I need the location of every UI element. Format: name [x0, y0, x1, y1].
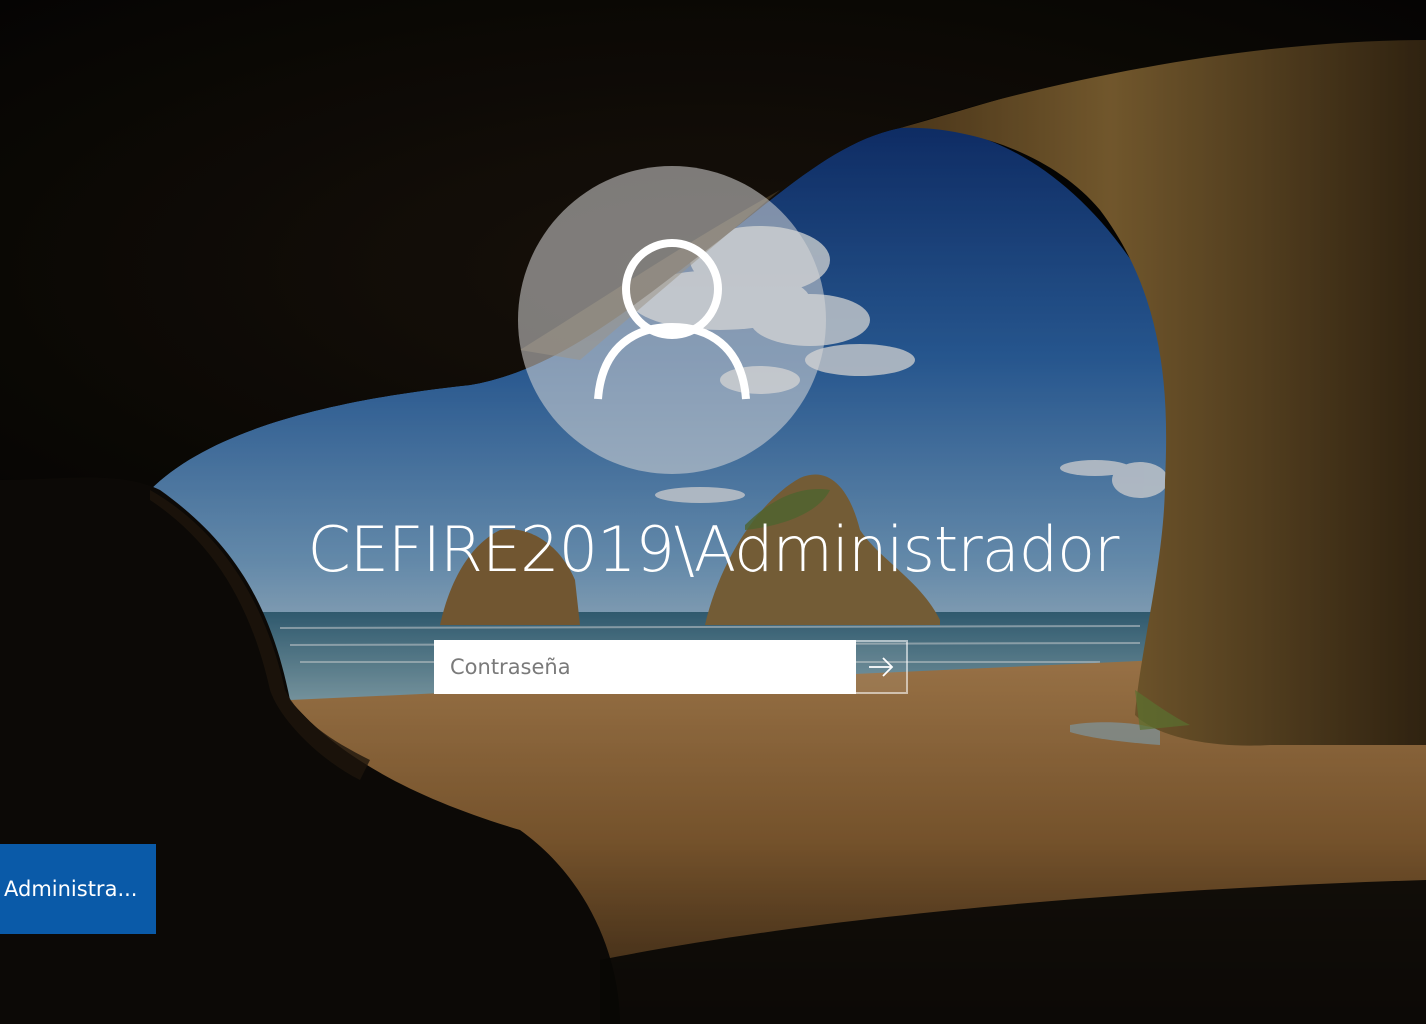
lock-screen: CEFIRE2019\Administrador Administra... — [0, 0, 1426, 1024]
user-switch-tile-administrator[interactable]: Administra... — [0, 844, 156, 934]
password-input[interactable] — [434, 640, 856, 694]
submit-button[interactable] — [856, 640, 908, 694]
password-form — [434, 640, 908, 694]
user-icon — [594, 239, 750, 400]
arrow-right-icon — [869, 657, 894, 677]
user-tile-label: Administra... — [4, 877, 138, 901]
account-name: CEFIRE2019\Administrador — [307, 513, 1119, 586]
user-avatar — [518, 166, 826, 474]
